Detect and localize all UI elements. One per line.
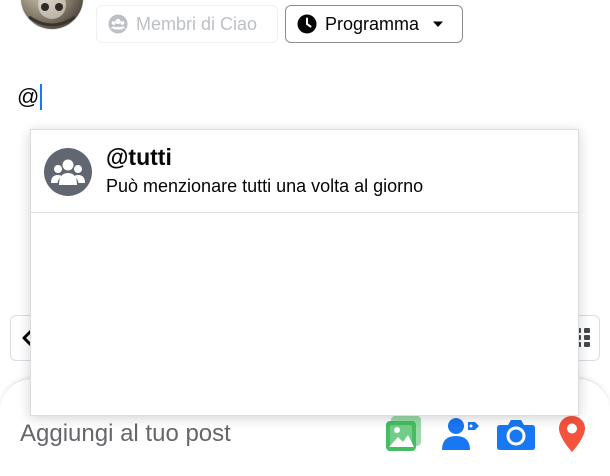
mention-suggestion-subtitle: Può menzionare tutti una volta al giorno (106, 176, 424, 196)
camera-icon (497, 420, 535, 450)
post-text-input[interactable]: @ (17, 82, 43, 112)
schedule-label: Programma (325, 13, 420, 34)
photo-button[interactable] (384, 414, 424, 454)
photo-icon (386, 416, 421, 451)
post-text-value: @ (17, 84, 40, 109)
tag-people-icon (442, 418, 479, 450)
audience-label: Membri di Ciao (136, 13, 258, 34)
schedule-button[interactable]: Programma (285, 5, 463, 43)
location-button[interactable] (552, 414, 592, 454)
avatar-image (28, 0, 76, 27)
add-to-post-label: Aggiungi al tuo post (20, 420, 231, 447)
mention-suggestion-everyone[interactable]: @tutti Può menzionare tutti una volta al… (31, 130, 578, 213)
group-icon (108, 14, 128, 34)
clock-icon (297, 14, 317, 34)
mention-suggestion-title: @tutti (106, 144, 172, 170)
group-icon (44, 148, 92, 196)
text-cursor (40, 84, 43, 110)
caret-down-icon (432, 18, 444, 30)
post-composer-screen: Membri di Ciao Programma @ Aggiungi al t… (0, 0, 610, 476)
location-icon (559, 416, 585, 452)
audience-selector[interactable]: Membri di Ciao (96, 5, 278, 43)
tag-people-button[interactable] (440, 414, 480, 454)
camera-button[interactable] (496, 414, 536, 454)
mention-suggestions-popup: @tutti Può menzionare tutti una volta al… (30, 129, 579, 416)
avatar[interactable] (20, 0, 84, 30)
